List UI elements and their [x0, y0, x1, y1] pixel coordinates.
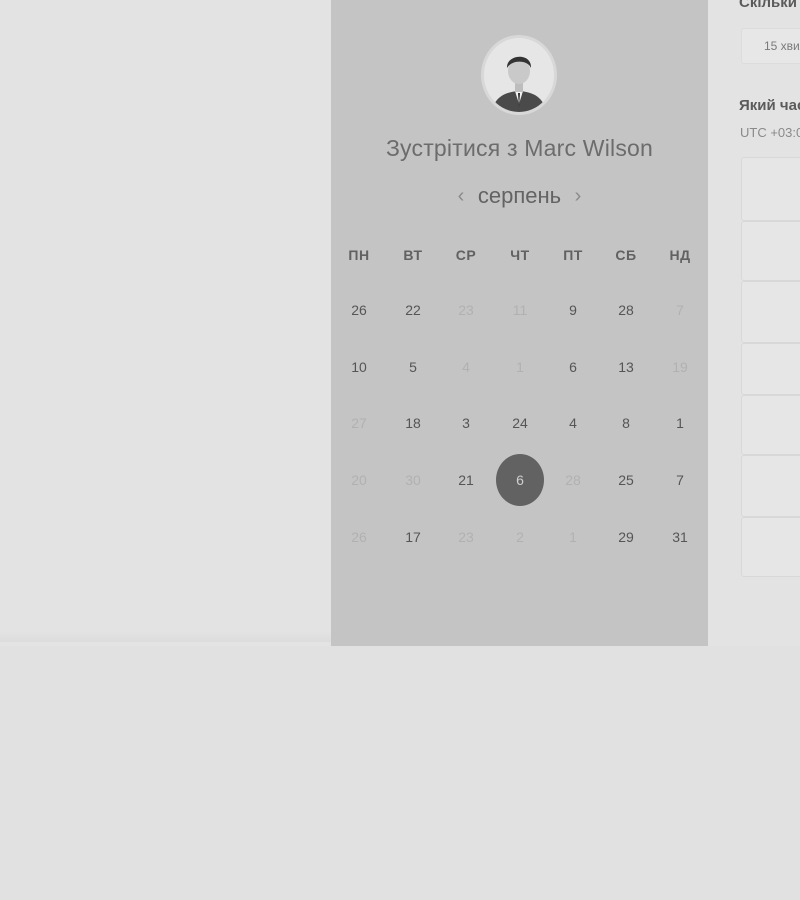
weekday-label: НД — [669, 247, 691, 263]
weekday-label: СБ — [615, 247, 637, 263]
weekday-label: ПТ — [563, 247, 583, 263]
time-slot[interactable] — [741, 395, 800, 455]
duration-question: Скільки — [739, 0, 797, 11]
duration-value: 15 хвил — [764, 39, 800, 53]
calendar-day[interactable]: 7 — [660, 467, 700, 493]
month-navigation: ‹ серпень › — [331, 183, 708, 213]
time-slot[interactable] — [741, 517, 800, 577]
weekday-label: ВТ — [403, 247, 423, 263]
calendar-day[interactable]: 3 — [446, 410, 486, 436]
calendar-day[interactable]: 4 — [553, 410, 593, 436]
calendar-day: 28 — [565, 472, 581, 488]
calendar-day[interactable]: 10 — [339, 354, 379, 380]
calendar-day[interactable]: 18 — [393, 410, 433, 436]
calendar-day: 7 — [676, 302, 684, 318]
duration-select[interactable]: 15 хвил — [741, 28, 800, 64]
chevron-right-icon[interactable]: › — [568, 185, 588, 207]
meeting-title: Зустрітися з Marc Wilson — [385, 135, 654, 161]
calendar-day: 1 — [516, 359, 524, 375]
calendar-day[interactable]: 22 — [393, 297, 433, 323]
calendar-day: 26 — [351, 529, 367, 545]
weekday-label: СР — [455, 247, 477, 263]
calendar-day[interactable]: 29 — [606, 524, 646, 550]
time-slot[interactable] — [741, 281, 800, 343]
time-slot[interactable] — [741, 343, 800, 395]
calendar-day: 20 — [351, 472, 367, 488]
time-slot[interactable] — [741, 221, 800, 281]
calendar-day: 19 — [672, 359, 688, 375]
calendar-day[interactable]: 1 — [660, 410, 700, 436]
booking-options-panel: Скільки 15 хвил Який час UTC +03:0 — [708, 0, 800, 646]
time-slot[interactable] — [741, 157, 800, 221]
time-question: Який час — [739, 97, 800, 114]
calendar-day: 11 — [512, 302, 528, 318]
calendar-day[interactable]: 9 — [553, 297, 593, 323]
calendar-day[interactable]: 8 — [606, 410, 646, 436]
calendar-day[interactable]: 31 — [660, 524, 700, 550]
calendar-day[interactable]: 25 — [606, 467, 646, 493]
calendar-day[interactable]: 17 — [393, 524, 433, 550]
calendar-day[interactable]: 26 — [339, 297, 379, 323]
calendar-day-selected[interactable]: 6 — [496, 454, 544, 506]
weekday-label: ПН — [348, 247, 370, 263]
section-divider — [0, 632, 331, 642]
month-label: серпень — [477, 183, 562, 208]
calendar-day: 27 — [351, 415, 367, 431]
calendar-day: 30 — [405, 472, 421, 488]
chevron-left-icon[interactable]: ‹ — [451, 185, 471, 207]
time-slot[interactable] — [741, 455, 800, 517]
timezone-label: UTC +03:0 — [740, 125, 800, 140]
calendar-day[interactable]: 24 — [500, 410, 540, 436]
weekday-label: ЧТ — [510, 247, 530, 263]
calendar-day[interactable]: 21 — [446, 467, 486, 493]
calendar-day: 23 — [458, 302, 474, 318]
calendar-day[interactable]: 6 — [553, 354, 593, 380]
avatar — [484, 38, 554, 112]
calendar-day[interactable]: 5 — [393, 354, 433, 380]
calendar-day[interactable]: 28 — [606, 297, 646, 323]
calendar-day: 23 — [458, 529, 474, 545]
person-portrait-icon — [484, 38, 554, 112]
calendar-day: 2 — [516, 529, 524, 545]
calendar-day[interactable]: 13 — [606, 354, 646, 380]
calendar-day: 4 — [462, 359, 470, 375]
calendar-day: 1 — [569, 529, 577, 545]
